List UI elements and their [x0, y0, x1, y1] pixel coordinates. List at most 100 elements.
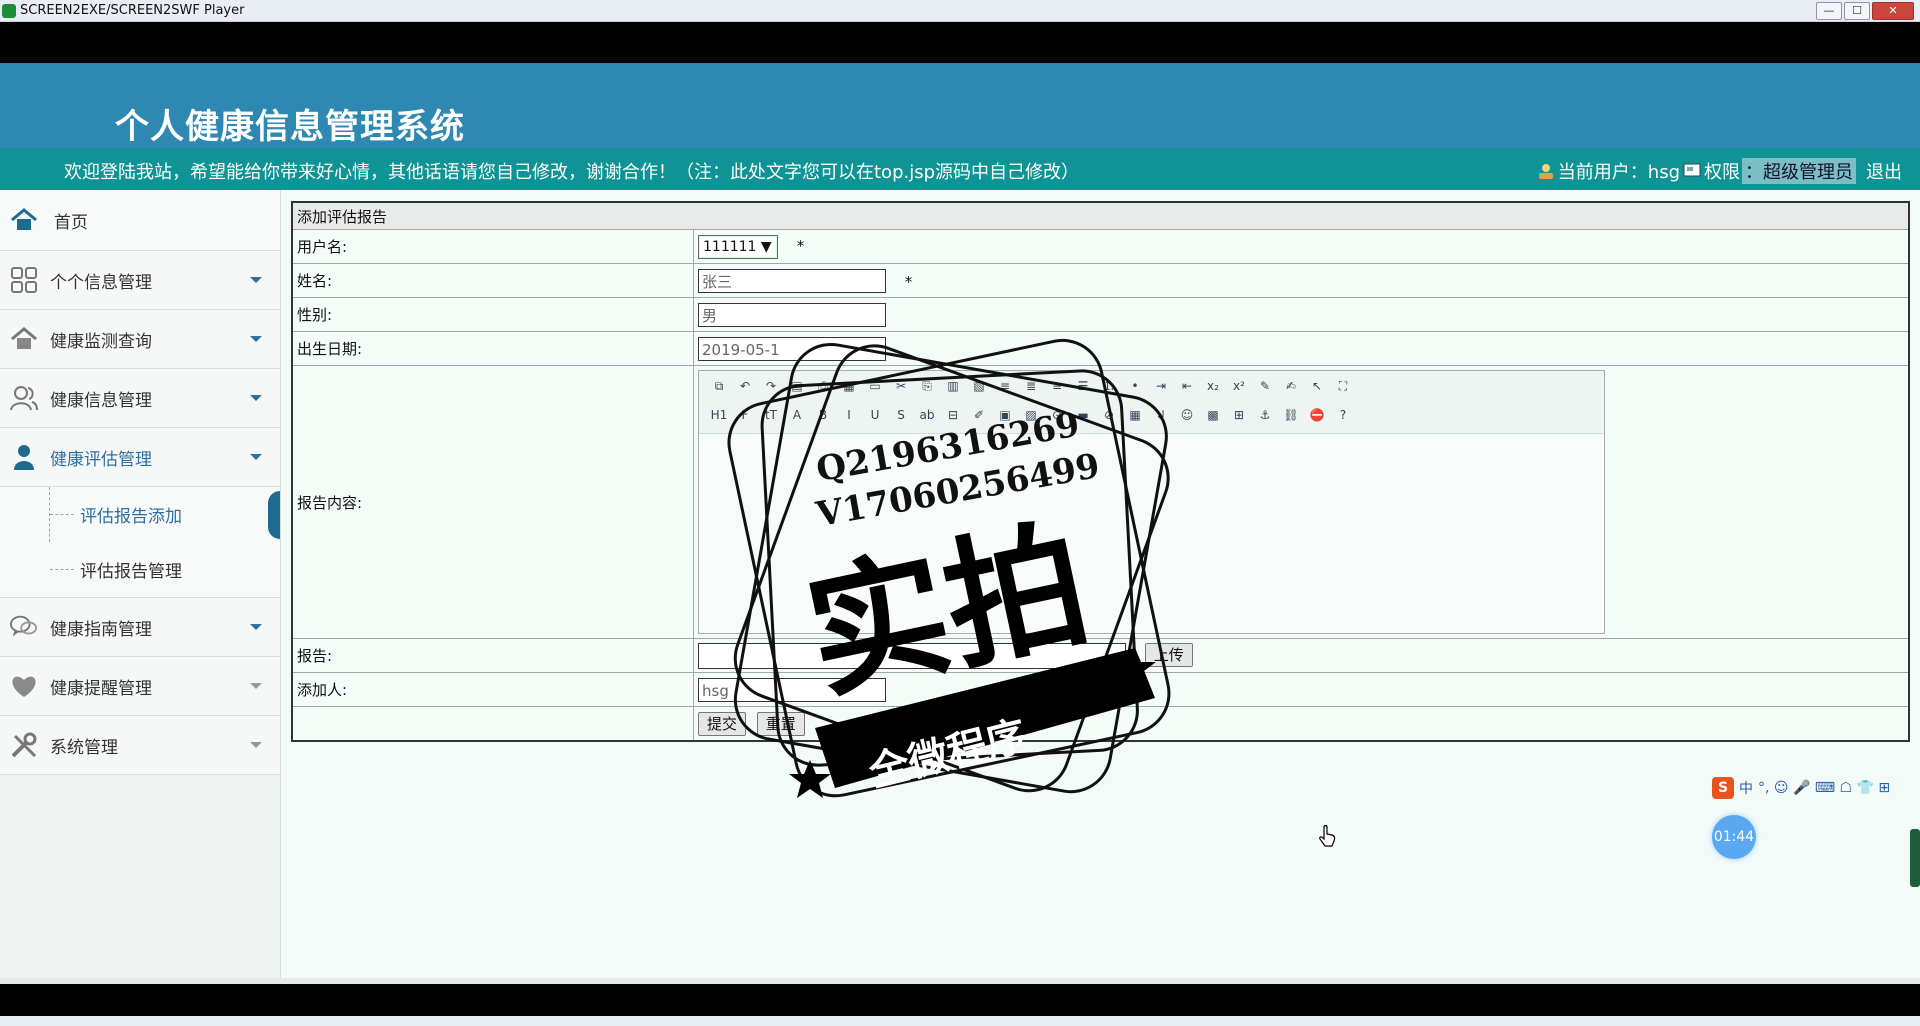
- editor-tool-icon[interactable]: ▥: [943, 377, 963, 395]
- grid-icon: [10, 266, 38, 294]
- editor-tool-icon[interactable]: ≡: [995, 377, 1015, 395]
- maximize-button[interactable]: ☐: [1844, 2, 1870, 20]
- sidebar-item-health-guide[interactable]: 健康指南管理: [0, 597, 280, 657]
- editor-tool-icon[interactable]: ▧: [969, 377, 989, 395]
- required-mark: *: [904, 272, 913, 291]
- sidebar-subitem-manage-report[interactable]: 评估报告管理: [0, 542, 280, 597]
- minimize-button[interactable]: —: [1816, 2, 1842, 20]
- sidebar-item-label: 健康指南管理: [50, 619, 152, 640]
- adder-field[interactable]: hsg: [698, 677, 886, 702]
- hand-cursor-icon: [1319, 825, 1336, 847]
- input-method-bar: S 中 °, ☺ 🎤 ⌨ ☖ 👕 ⊞: [1712, 777, 1890, 799]
- editor-tool-icon[interactable]: ✍: [1281, 377, 1301, 395]
- content-label: 报告内容:: [291, 365, 694, 639]
- sidebar-item-label: 健康评估管理: [50, 449, 152, 470]
- sidebar-subitem-add-report[interactable]: 评估报告添加: [0, 487, 280, 542]
- site-header: 个人健康信息管理系统: [0, 63, 1920, 148]
- editor-tool-icon[interactable]: ▭: [865, 377, 885, 395]
- editor-tool-icon[interactable]: ⊞: [1229, 406, 1249, 424]
- editor-tool-icon[interactable]: x₂: [1203, 377, 1223, 395]
- window-titlebar: SCREEN2EXE/SCREEN2SWF Player — ☐ ✕: [0, 0, 1920, 22]
- editor-tool-icon[interactable]: ✂: [891, 377, 911, 395]
- chat-bubbles-icon: [10, 613, 38, 641]
- editor-tool-icon[interactable]: H1: [709, 406, 729, 424]
- editor-tool-icon[interactable]: S: [891, 406, 911, 424]
- editor-tool-icon[interactable]: ≡: [1047, 377, 1067, 395]
- close-button[interactable]: ✕: [1872, 2, 1914, 20]
- name-field[interactable]: 张三: [698, 268, 886, 293]
- editor-tool-icon[interactable]: ⎙: [813, 377, 833, 395]
- editor-tool-icon[interactable]: ⎘: [917, 377, 937, 395]
- chevron-down-icon: [250, 336, 262, 342]
- editor-tool-icon[interactable]: ▨: [1021, 406, 1041, 424]
- editor-tool-icon[interactable]: ⇥: [1151, 377, 1171, 395]
- editor-tool-icon[interactable]: ↖: [1307, 377, 1327, 395]
- editor-tool-icon[interactable]: ▣: [995, 406, 1015, 424]
- editor-tool-icon[interactable]: ▤: [787, 377, 807, 395]
- home-icon: [10, 206, 38, 234]
- sidebar-item-personal-info[interactable]: 个个信息管理: [0, 251, 280, 310]
- editor-tool-icon[interactable]: ab: [917, 406, 937, 424]
- editor-tool-icon[interactable]: U: [865, 406, 885, 424]
- editor-tool-icon[interactable]: ☰: [1073, 377, 1093, 395]
- ime-logo[interactable]: S: [1712, 777, 1734, 799]
- editor-tool-icon[interactable]: I: [839, 406, 859, 424]
- gender-field[interactable]: 男: [698, 302, 886, 327]
- welcome-message: 欢迎登陆我站，希望能给你带来好心情，其他话语请您自己修改，谢谢合作！（注：此处文…: [64, 162, 1080, 183]
- recorded-screen: 个人健康信息管理系统 欢迎登陆我站，希望能给你带来好心情，其他话语请您自己修改，…: [0, 63, 1920, 981]
- permission-icon: [1683, 163, 1701, 177]
- sidebar-item-health-monitoring[interactable]: 健康监测查询: [0, 310, 280, 369]
- editor-tool-icon[interactable]: ✎: [1255, 377, 1275, 395]
- username-select[interactable]: 111111 ▼: [698, 234, 778, 259]
- sidebar-item-health-info[interactable]: 健康信息管理: [0, 369, 280, 428]
- editor-tool-icon[interactable]: ↶: [735, 377, 755, 395]
- editor-tool-icon[interactable]: x²: [1229, 377, 1249, 395]
- editor-tool-icon[interactable]: ▬: [1073, 406, 1093, 424]
- editor-tool-icon[interactable]: •: [1125, 377, 1145, 395]
- upload-button[interactable]: 上传: [1144, 643, 1193, 667]
- sidebar-item-system[interactable]: 系统管理: [0, 716, 280, 775]
- editor-tool-icon[interactable]: A: [787, 406, 807, 424]
- editor-tool-icon[interactable]: ▦: [1125, 406, 1145, 424]
- editor-tool-icon[interactable]: ≣: [1021, 377, 1041, 395]
- active-marker: [268, 491, 280, 539]
- reset-button[interactable]: 重置: [756, 711, 805, 736]
- editor-content-area[interactable]: [699, 433, 1604, 633]
- house-icon: [10, 325, 38, 353]
- birthdate-field[interactable]: 2019-05-1: [698, 336, 886, 361]
- adder-label: 添加人:: [291, 672, 694, 707]
- editor-tool-icon[interactable]: ☺: [1177, 406, 1197, 424]
- editor-tool-icon[interactable]: ✐: [969, 406, 989, 424]
- sidebar-item-health-reminder[interactable]: 健康提醒管理: [0, 657, 280, 716]
- editor-tool-icon[interactable]: ⛓: [1281, 406, 1301, 424]
- editor-tool-icon[interactable]: ?: [1333, 406, 1353, 424]
- editor-tool-icon[interactable]: ⊟: [943, 406, 963, 424]
- editor-tool-icon[interactable]: ⊘: [1099, 406, 1119, 424]
- editor-tool-icon[interactable]: ⊙: [1047, 406, 1067, 424]
- editor-tool-icon[interactable]: ⒈: [1099, 377, 1119, 395]
- editor-tool-icon[interactable]: tT: [761, 406, 781, 424]
- sidebar-item-label: 健康信息管理: [50, 390, 152, 411]
- logout-link[interactable]: 退出: [1866, 158, 1902, 184]
- sidebar-item-home[interactable]: 首页: [0, 190, 280, 251]
- editor-tool-icon[interactable]: ↲: [1151, 406, 1171, 424]
- window-title: SCREEN2EXE/SCREEN2SWF Player: [20, 3, 245, 18]
- ime-extra-icons[interactable]: °, ☺ 🎤 ⌨ ☖ 👕 ⊞: [1758, 780, 1890, 796]
- report-file-field[interactable]: [698, 642, 1126, 669]
- editor-tool-icon[interactable]: ▩: [1203, 406, 1223, 424]
- submit-button[interactable]: 提交: [698, 711, 747, 736]
- editor-tool-icon[interactable]: ↷: [761, 377, 781, 395]
- editor-tool-icon[interactable]: ⧉: [709, 377, 729, 395]
- sidebar-item-label: 个个信息管理: [50, 272, 152, 293]
- editor-tool-icon[interactable]: B: [813, 406, 833, 424]
- editor-tool-icon[interactable]: ⛶: [1333, 377, 1353, 395]
- ime-language[interactable]: 中: [1739, 778, 1753, 798]
- editor-tool-icon[interactable]: F: [735, 406, 755, 424]
- sidebar-item-health-assessment[interactable]: 健康评估管理: [0, 428, 280, 487]
- editor-tool-icon[interactable]: ⇤: [1177, 377, 1197, 395]
- name-label: 姓名:: [291, 263, 694, 298]
- editor-tool-icon[interactable]: ▦: [839, 377, 859, 395]
- editor-tool-icon[interactable]: ⚓: [1255, 406, 1275, 424]
- editor-tool-icon[interactable]: ⛔: [1307, 406, 1327, 424]
- rich-text-editor: ⧉ ↶ ↷ ▤ ⎙ ▦ ▭ ✂ ⎘ ▥ ▧ ≡ ≣ ≡ ☰ ⒈ • ⇥ ⇤ x₂ x² ✎ ✍ ↖ ⛶ H1 FtT A B I U Sab…: [698, 370, 1605, 634]
